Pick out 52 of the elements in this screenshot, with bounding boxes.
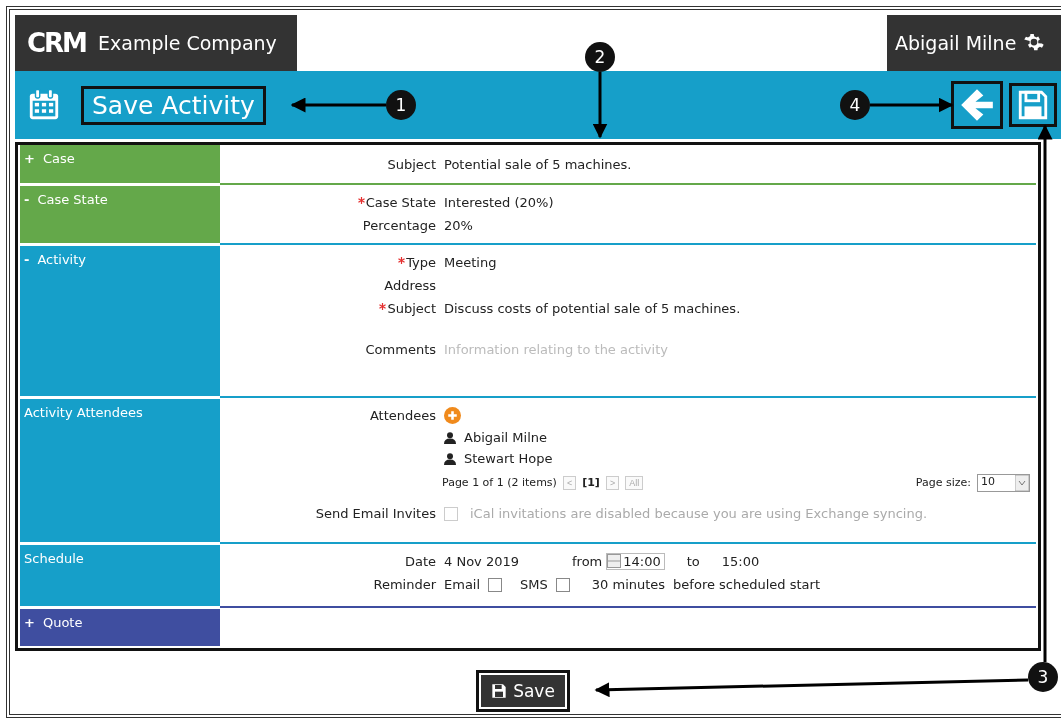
field-label: Address — [384, 278, 436, 293]
page-size-label: Page size: — [915, 476, 971, 489]
from-label: from — [572, 554, 603, 569]
field-value[interactable]: 20% — [444, 218, 473, 233]
page-title: Save Activity — [81, 85, 266, 125]
field-label: Percentage — [362, 218, 436, 233]
reminder-time-field[interactable]: 30 minutes — [591, 577, 666, 592]
end-time-field[interactable]: 15:00 — [721, 554, 760, 569]
field-label: Subject — [387, 301, 436, 316]
user-menu[interactable]: Abigail Milne — [887, 15, 1061, 71]
start-time-field[interactable]: 14:00 — [606, 553, 665, 570]
pager-summary: Page 1 of 1 (2 items) — [442, 476, 557, 489]
field-label: Subject — [387, 157, 436, 172]
sms-label: SMS — [520, 577, 548, 592]
field-label: Case State — [365, 195, 436, 210]
company-name: Example Company — [98, 32, 277, 54]
field-label: Type — [406, 255, 436, 270]
required-icon — [357, 197, 365, 204]
required-icon — [398, 257, 406, 264]
callout-number: 2 — [585, 42, 615, 72]
current-page[interactable]: [1] — [582, 476, 600, 489]
required-icon — [379, 303, 387, 310]
email-label: Email — [444, 577, 481, 592]
dropdown-arrow-icon[interactable] — [1015, 474, 1029, 491]
field-label: Send Email Invites — [315, 506, 436, 521]
attendee-name[interactable]: Abigail Milne — [464, 430, 547, 445]
attendee-name[interactable]: Stewart Hope — [464, 451, 553, 466]
person-icon — [444, 431, 456, 444]
field-value[interactable]: Meeting — [444, 255, 497, 270]
invites-note: iCal invitations are disabled because you are using Exchange syncing. — [470, 506, 928, 521]
field-value[interactable]: Potential sale of 5 machines. — [444, 157, 632, 172]
callout-number: 3 — [1028, 662, 1058, 692]
time-picker-icon[interactable] — [607, 554, 622, 568]
back-button[interactable] — [951, 81, 1003, 129]
field-value[interactable]: Interested (20%) — [444, 195, 554, 210]
calendar-icon — [27, 88, 61, 122]
save-icon-button[interactable] — [1009, 83, 1057, 127]
page-size-select[interactable]: 10 — [977, 473, 1030, 492]
field-label: Comments — [365, 342, 436, 357]
field-label: Date — [404, 554, 436, 569]
section-header[interactable]: + Quote — [20, 606, 220, 646]
to-label: to — [686, 554, 700, 569]
field-label: Reminder — [373, 577, 436, 592]
date-field[interactable]: 4 Nov 2019 — [444, 554, 564, 569]
logo: CRM — [27, 28, 86, 58]
field-value[interactable]: Discuss costs of potential sale of 5 machines. — [444, 301, 741, 316]
add-icon[interactable] — [444, 407, 461, 424]
email-checkbox[interactable] — [488, 577, 503, 592]
sms-checkbox[interactable] — [555, 577, 570, 592]
reminder-note: before scheduled start — [673, 577, 820, 592]
field-label: Attendees — [369, 408, 436, 423]
person-icon — [444, 452, 456, 465]
